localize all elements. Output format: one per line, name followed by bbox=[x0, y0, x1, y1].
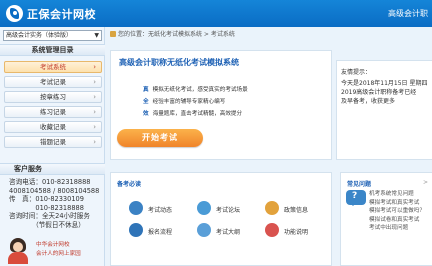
home-icon bbox=[110, 31, 116, 37]
sidebar-menu: 考试系统 › 考试记录 › 按章练习 › 练习记录 › 收藏记录 › 错题记录 … bbox=[4, 61, 102, 151]
feature-item: 效海量题库，直击考试精髓，高效提分 bbox=[143, 109, 242, 117]
sidebar: 高级会计实务（体验版） ▼ 系统管理目录 考试系统 › 考试记录 › 按章练习 … bbox=[0, 27, 105, 266]
site-name: 正保会计网校 bbox=[27, 8, 96, 21]
tips-panel: 友情提示： 今天是2018年11月15日 星期四 2019高级会计职称备考已经 … bbox=[336, 60, 432, 160]
service-line: 咨询时间：全天24小时服务 bbox=[9, 212, 90, 221]
tips-title: 友情提示： bbox=[341, 69, 372, 76]
chevron-right-icon: › bbox=[93, 108, 96, 116]
guide-title: 备考必读 bbox=[117, 181, 142, 188]
sidebar-item-exam-system[interactable]: 考试系统 › bbox=[4, 61, 102, 73]
guide-item-label: 报名流程 bbox=[148, 229, 173, 236]
chevron-right-icon: › bbox=[93, 123, 96, 131]
feature-key: 全 bbox=[143, 99, 149, 105]
sidebar-item-label: 练习记录 bbox=[40, 108, 66, 116]
page-title: 高级会计职称无纸化考试模拟系统 bbox=[119, 58, 239, 67]
faq-item[interactable]: 模拟考试和真实考试 bbox=[369, 199, 432, 208]
header-course-title: 高级会计职 bbox=[388, 9, 428, 18]
feature-key: 效 bbox=[143, 111, 149, 117]
feature-item: 真模拟无纸化考试，感受真实的考试场景 bbox=[143, 85, 248, 93]
faq-item[interactable]: 模拟考试可以重做吗？ bbox=[369, 207, 432, 216]
chevron-right-icon: › bbox=[93, 138, 96, 146]
guide-item-label: 功能说明 bbox=[284, 229, 309, 236]
question-bubble-icon: ? bbox=[346, 190, 366, 206]
chevron-right-icon: › bbox=[93, 78, 96, 86]
guide-item-forum[interactable]: 考试论坛 bbox=[197, 201, 265, 217]
course-select[interactable]: 高级会计实务（体验版） ▼ bbox=[3, 30, 102, 41]
slogan-line-1: 中华会计网校 bbox=[36, 242, 70, 248]
policy-icon bbox=[265, 201, 279, 215]
feature-item: 全经验丰富的辅导专家精心编写 bbox=[143, 97, 225, 105]
customer-service-title: 客户服务 bbox=[0, 163, 105, 175]
help-icon bbox=[265, 223, 279, 237]
guide-item-label: 考试论坛 bbox=[216, 207, 241, 214]
guide-item-outline[interactable]: 考试大纲 bbox=[197, 223, 265, 239]
course-select-value: 高级会计实务（体验版） bbox=[6, 32, 73, 39]
outline-icon bbox=[197, 223, 211, 237]
faq-list: 机考系统常见问题 模拟考试和真实考试 模拟考试可以重做吗？ 模拟试卷和真实考试 … bbox=[369, 190, 432, 233]
sidebar-item-label: 考试系统 bbox=[40, 63, 66, 71]
feature-text: 模拟无纸化考试，感受真实的考试场景 bbox=[152, 87, 248, 93]
chevron-down-icon: ▼ bbox=[94, 32, 99, 39]
guide-item-registration[interactable]: 报名流程 bbox=[129, 223, 197, 239]
logo-icon bbox=[6, 5, 23, 22]
slogan: 中华会计网校 会计人的网上家园 bbox=[36, 241, 104, 259]
sidebar-item-favorites[interactable]: 收藏记录 › bbox=[4, 121, 102, 133]
feature-text: 海量题库，直击考试精髓，高效提分 bbox=[152, 111, 243, 117]
menu-title: 系统管理目录 bbox=[0, 44, 105, 56]
chevron-right-icon: › bbox=[93, 63, 96, 71]
service-avatar-icon bbox=[6, 238, 30, 264]
guide-item-help[interactable]: 功能说明 bbox=[265, 223, 333, 239]
chevron-right-icon: › bbox=[93, 93, 96, 101]
sidebar-item-exam-records[interactable]: 考试记录 › bbox=[4, 76, 102, 88]
intro-panel: 高级会计职称无纸化考试模拟系统 真模拟无纸化考试，感受真实的考试场景 全经验丰富… bbox=[110, 50, 332, 160]
guide-item-policy[interactable]: 政策信息 bbox=[265, 201, 333, 217]
sidebar-item-label: 收藏记录 bbox=[40, 123, 66, 131]
faq-item[interactable]: 模拟试卷和真实考试 bbox=[369, 216, 432, 225]
start-exam-button[interactable]: 开始考试 bbox=[117, 129, 203, 147]
service-line: （节假日不休息） bbox=[9, 220, 85, 229]
more-link[interactable]: > bbox=[423, 179, 428, 186]
breadcrumb: 您的位置：无纸化考试模拟系统 > 考试系统 bbox=[110, 29, 235, 39]
service-line: 4008104588 / 8008104588 bbox=[9, 186, 100, 195]
guide-panel: 备考必读 考试动态 考试论坛 政策信息 报名流程 考试大纲 功能说明 bbox=[110, 172, 332, 266]
sidebar-item-wrong-answers[interactable]: 错题记录 › bbox=[4, 136, 102, 148]
guide-item-news[interactable]: 考试动态 bbox=[129, 201, 197, 217]
guide-item-label: 政策信息 bbox=[284, 207, 309, 214]
service-line: 传 真：010-82330109 bbox=[9, 195, 84, 204]
feature-key: 真 bbox=[143, 87, 149, 93]
faq-item[interactable]: 考试中出现问题 bbox=[369, 224, 432, 233]
guide-item-label: 考试动态 bbox=[148, 207, 173, 214]
customer-service-info: 咨询电话：010-82318888 4008104588 / 800810458… bbox=[9, 178, 103, 230]
breadcrumb-text: 您的位置：无纸化考试模拟系统 > 考试系统 bbox=[118, 31, 235, 38]
guide-item-label: 考试大纲 bbox=[216, 229, 241, 236]
forum-icon bbox=[197, 201, 211, 215]
faq-title: 常见问题 bbox=[347, 181, 372, 188]
faq-panel: 常见问题 > ? 机考系统常见问题 模拟考试和真实考试 模拟考试可以重做吗？ 模… bbox=[340, 172, 432, 266]
feature-text: 经验丰富的辅导专家精心编写 bbox=[152, 99, 226, 105]
slogan-line-2: 会计人的网上家园 bbox=[36, 251, 81, 257]
faq-item[interactable]: 机考系统常见问题 bbox=[369, 190, 432, 199]
sidebar-item-practice-records[interactable]: 练习记录 › bbox=[4, 106, 102, 118]
site-header: 正保会计网校 高级会计职 bbox=[0, 0, 432, 27]
sidebar-item-chapter-practice[interactable]: 按章练习 › bbox=[4, 91, 102, 103]
sidebar-item-label: 考试记录 bbox=[40, 78, 66, 86]
register-icon bbox=[129, 223, 143, 237]
tips-body: 今天是2018年11月15日 星期四 2019高级会计职称备考已经 及早备考，收… bbox=[341, 80, 428, 105]
sidebar-item-label: 按章练习 bbox=[40, 93, 66, 101]
service-line: 咨询电话：010-82318888 bbox=[9, 178, 91, 186]
sidebar-item-label: 错题记录 bbox=[40, 138, 66, 146]
news-icon bbox=[129, 201, 143, 215]
